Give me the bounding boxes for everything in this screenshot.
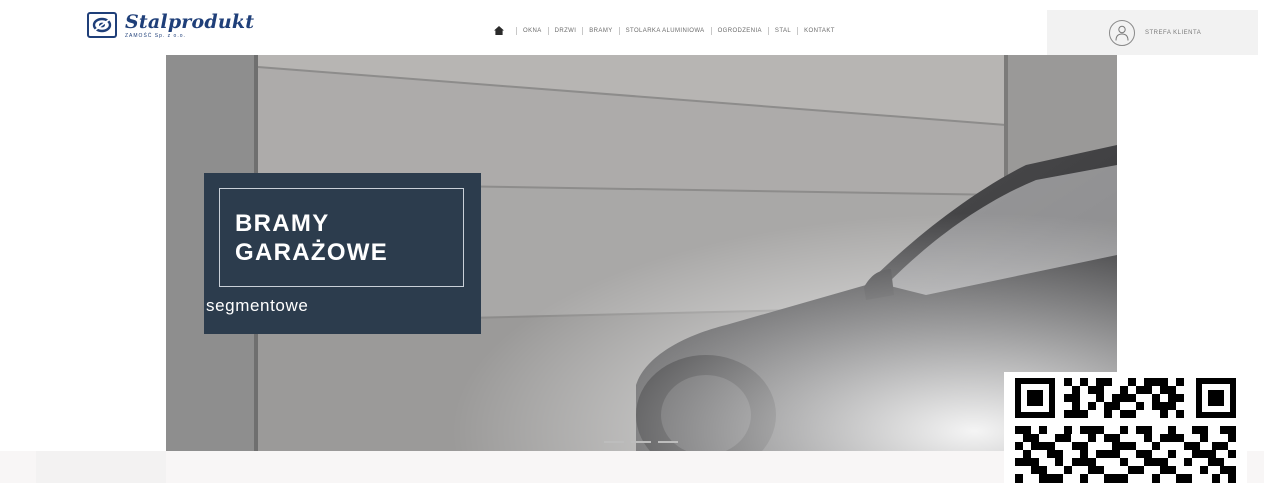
hero-title: BRAMY GARAŻOWE (235, 209, 388, 267)
hero-title-line-2: GARAŻOWE (235, 239, 389, 266)
nav-separator (618, 26, 620, 35)
hero-caption: BRAMY GARAŻOWE segmentowe (204, 173, 481, 334)
user-icon (1109, 19, 1135, 46)
nav-separator (582, 26, 584, 35)
nav-item-okna[interactable]: OKNA (523, 28, 542, 34)
hero-subtitle: segmentowe (206, 296, 309, 315)
nav-separator (516, 26, 517, 35)
main-nav: OKNA DRZWI BRAMY STOLARKA ALUMINIOWA OGR… (494, 26, 835, 35)
nav-item-stal[interactable]: STAL (775, 28, 791, 34)
slide-dot-1[interactable] (604, 441, 624, 443)
hero-title-line-1: BRAMY (235, 210, 330, 237)
slider-pagination (604, 441, 685, 443)
stalprodukt-logo-icon (87, 12, 117, 38)
qr-code-icon (1004, 372, 1247, 483)
home-icon[interactable] (494, 26, 504, 35)
slide-dot-2[interactable] (631, 441, 651, 443)
logo-subtitle: ZAMOŚĆ Sp. z o.o. (125, 33, 186, 39)
client-zone-button[interactable]: STREFA KLIENTA (1047, 10, 1258, 55)
client-zone-label: STREFA KLIENTA (1145, 29, 1202, 36)
nav-item-drzwi[interactable]: DRZWI (555, 28, 577, 34)
slide-dot-3[interactable] (658, 441, 678, 443)
nav-separator (767, 26, 769, 35)
nav-item-bramy[interactable]: BRAMY (589, 28, 612, 34)
nav-separator (797, 26, 799, 35)
left-panel-strip (36, 451, 166, 483)
nav-item-stolarka-aluminiowa[interactable]: STOLARKA ALUMINIOWA (626, 28, 705, 34)
site-header: Stalprodukt ZAMOŚĆ Sp. z o.o. OKNA DRZWI… (0, 0, 1264, 55)
nav-separator (710, 26, 712, 35)
logo-name: Stalprodukt (125, 11, 255, 33)
nav-separator (547, 26, 549, 35)
logo[interactable]: Stalprodukt ZAMOŚĆ Sp. z o.o. (87, 12, 254, 39)
nav-item-ogrodzenia[interactable]: OGRODZENIA (718, 28, 762, 34)
nav-item-kontakt[interactable]: KONTAKT (804, 28, 835, 34)
